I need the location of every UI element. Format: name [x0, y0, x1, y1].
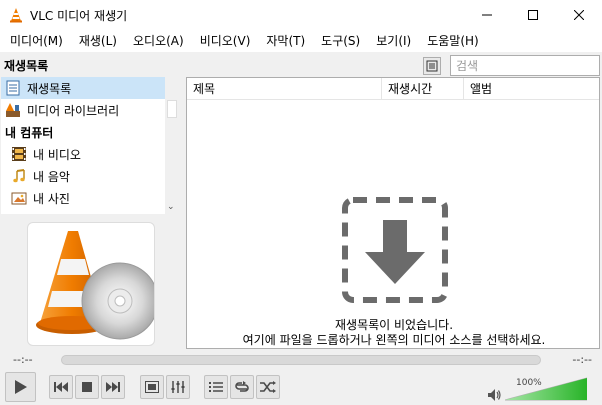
close-button[interactable] — [556, 0, 602, 30]
seek-slider[interactable] — [61, 355, 541, 365]
loop-button[interactable] — [230, 375, 254, 399]
next-icon — [106, 382, 120, 392]
menu-playback[interactable]: 재생(L) — [73, 30, 123, 52]
playlist-header: 제목 재생시간 앨범 — [187, 78, 599, 100]
menu-help[interactable]: 도움말(H) — [421, 30, 485, 52]
previous-icon — [54, 382, 68, 392]
sidebar-item-my-videos[interactable]: 내 비디오 — [1, 143, 165, 165]
maximize-icon — [528, 10, 538, 20]
stop-icon — [82, 382, 92, 392]
fullscreen-icon — [145, 381, 159, 393]
sidebar-item-playlist[interactable]: 재생목록 — [1, 77, 165, 99]
sidebar-title: 재생목록 — [4, 59, 49, 73]
sidebar-item-label: 내 비디오 — [33, 147, 81, 162]
playlist-view-button[interactable] — [423, 57, 441, 75]
stop-button[interactable] — [75, 375, 99, 399]
elapsed-time: --:-- — [13, 353, 33, 366]
empty-message-line1: 재생목록이 비었습니다. — [334, 318, 454, 332]
sidebar-section-my-computer: 내 컴퓨터 — [5, 125, 54, 140]
menu-audio[interactable]: 오디오(A) — [127, 30, 190, 52]
sidebar-item-label: 내 음악 — [33, 169, 70, 184]
sidebar: 재생목록 미디어 라이브러리 내 컴퓨터 내 비디오 내 음악 내 사진 — [1, 77, 165, 214]
sidebar-scrollbar[interactable]: ⌄ — [165, 77, 179, 214]
sidebar-item-my-music[interactable]: 내 음악 — [1, 165, 165, 187]
music-note-icon — [13, 169, 25, 183]
window-title: VLC 미디어 재생기 — [30, 8, 128, 23]
fullscreen-button[interactable] — [140, 375, 164, 399]
list-view-icon — [426, 60, 438, 72]
previous-button[interactable] — [49, 375, 73, 399]
empty-message-line2: 여기에 파일을 드롭하거나 왼쪽의 미디어 소스를 선택하세요. — [242, 333, 546, 347]
menu-view[interactable]: 보기(I) — [370, 30, 417, 52]
shuffle-icon — [260, 381, 276, 393]
menu-video[interactable]: 비디오(V) — [194, 30, 257, 52]
search-input[interactable] — [450, 55, 600, 76]
playlist-icon — [6, 80, 20, 96]
menu-media[interactable]: 미디어(M) — [4, 30, 69, 52]
column-header-duration[interactable]: 재생시간 — [382, 78, 464, 100]
play-button[interactable] — [5, 372, 36, 402]
column-header-album[interactable]: 앨범 — [464, 78, 594, 100]
sidebar-item-media-library[interactable]: 미디어 라이브러리 — [1, 99, 165, 121]
minimize-icon — [482, 14, 492, 16]
column-header-title[interactable]: 제목 — [187, 78, 382, 100]
maximize-button[interactable] — [510, 0, 556, 30]
film-icon — [12, 147, 26, 161]
next-button[interactable] — [101, 375, 125, 399]
playlist-toggle-button[interactable] — [204, 375, 228, 399]
sidebar-item-label: 재생목록 — [27, 81, 72, 96]
empty-playlist-message: 재생목록이 비었습니다. 여기에 파일을 드롭하거나 왼쪽의 미디어 소스를 선… — [187, 318, 601, 348]
menu-subtitle[interactable]: 자막(T) — [260, 30, 311, 52]
title-bar: VLC 미디어 재생기 — [0, 0, 602, 30]
sidebar-item-label: 내 사진 — [33, 191, 70, 206]
picture-icon — [11, 192, 27, 205]
close-icon — [574, 10, 584, 20]
playlist-toggle-icon — [209, 382, 223, 392]
menu-bar: 미디어(M) 재생(L) 오디오(A) 비디오(V) 자막(T) 도구(S) 보… — [0, 30, 602, 52]
scrollbar-thumb[interactable] — [167, 100, 177, 118]
vlc-cone-icon — [10, 8, 22, 23]
extended-settings-button[interactable] — [166, 375, 190, 399]
minimize-button[interactable] — [464, 0, 510, 30]
sidebar-item-my-pictures[interactable]: 내 사진 — [1, 187, 165, 209]
sidebar-item-label: 미디어 라이브러리 — [27, 103, 120, 118]
media-library-icon — [6, 103, 20, 117]
speaker-icon[interactable] — [487, 388, 501, 402]
menu-tools[interactable]: 도구(S) — [315, 30, 366, 52]
vlc-cone-disc-icon — [36, 231, 154, 340]
sidebar-section-devices: 장치 — [1, 209, 165, 215]
volume-percent: 100% — [516, 378, 542, 388]
drop-zone-arrow-icon — [342, 197, 448, 303]
playlist-view[interactable]: 제목 재생시간 앨범 재생목록이 비었습니다. 여기에 파일을 드롭하거나 왼쪽… — [186, 77, 600, 349]
extended-settings-icon — [171, 381, 185, 393]
remaining-time[interactable]: --:-- — [572, 353, 592, 366]
loop-icon — [235, 381, 249, 392]
chevron-down-icon[interactable]: ⌄ — [167, 202, 175, 212]
album-art-panel — [27, 222, 155, 346]
shuffle-button[interactable] — [256, 375, 280, 399]
play-icon — [14, 380, 27, 394]
